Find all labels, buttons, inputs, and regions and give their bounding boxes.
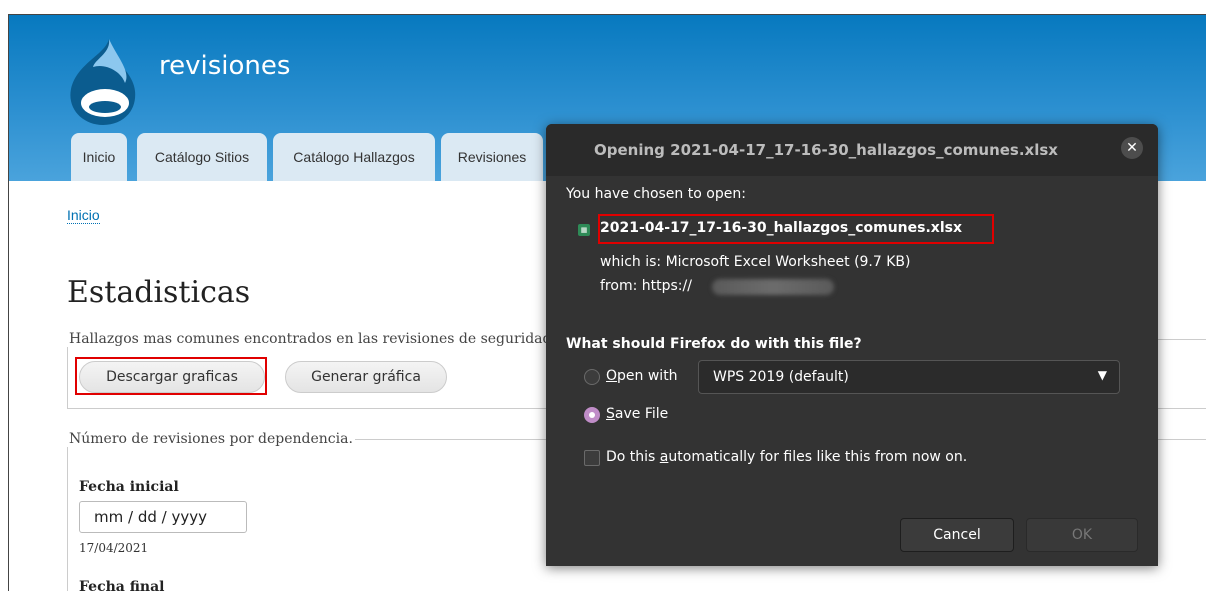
save-file-text: ave File: [614, 406, 669, 422]
fieldset-revisiones-legend: Número de revisiones por dependencia.: [67, 431, 355, 447]
dialog-titlebar[interactable]: Opening 2021-04-17_17-16-30_hallazgos_co…: [546, 124, 1158, 176]
auto-action-prefix: Do this: [606, 449, 660, 465]
start-date-value: 17/04/2021: [79, 541, 149, 555]
spreadsheet-icon: ▦: [578, 224, 590, 236]
dialog-title: Opening 2021-04-17_17-16-30_hallazgos_co…: [594, 141, 1058, 159]
drupal-logo-icon[interactable]: [65, 37, 139, 127]
open-with-select[interactable]: WPS 2019 (default) ▼: [698, 360, 1120, 394]
filename-highlight: [598, 214, 994, 244]
site-name[interactable]: revisiones: [159, 51, 290, 81]
tab-inicio[interactable]: Inicio: [71, 133, 127, 181]
close-icon[interactable]: ✕: [1121, 137, 1143, 159]
download-button-highlight: [75, 357, 267, 395]
save-file-accesskey: S: [606, 406, 615, 422]
file-source: from: https://: [600, 278, 692, 294]
generate-chart-button[interactable]: Generar gráfica: [285, 361, 447, 393]
ok-button[interactable]: OK: [1026, 518, 1138, 552]
open-with-text: pen with: [617, 368, 678, 384]
tab-catalogo-hallazgos[interactable]: Catálogo Hallazgos: [273, 133, 435, 181]
auto-action-text: utomatically for files like this from no…: [668, 449, 968, 465]
start-date-input[interactable]: mm / dd / yyyy: [79, 501, 247, 533]
open-with-accesskey: O: [606, 368, 618, 384]
start-date-label: Fecha inicial: [79, 479, 179, 495]
download-dialog: Opening 2021-04-17_17-16-30_hallazgos_co…: [546, 124, 1158, 566]
page-title: Estadisticas: [67, 275, 251, 310]
file-type: which is: Microsoft Excel Worksheet (9.7…: [600, 254, 911, 270]
blurred-url: [712, 279, 834, 295]
save-file-label[interactable]: Save File: [606, 406, 668, 422]
end-date-label: Fecha final: [79, 579, 165, 591]
open-with-radio[interactable]: [584, 369, 600, 385]
fieldset-hallazgos-legend: Hallazgos mas comunes encontrados en las…: [67, 331, 558, 347]
breadcrumb-inicio[interactable]: Inicio: [67, 207, 100, 224]
auto-action-label[interactable]: Do this automatically for files like thi…: [606, 449, 967, 465]
auto-action-checkbox[interactable]: [584, 450, 600, 466]
save-file-radio[interactable]: [584, 407, 600, 423]
open-with-label[interactable]: Open with: [606, 368, 678, 384]
intro-text: You have chosen to open:: [566, 186, 746, 202]
chevron-down-icon: ▼: [1097, 368, 1107, 382]
tab-revisiones[interactable]: Revisiones: [441, 133, 543, 181]
cancel-button[interactable]: Cancel: [900, 518, 1014, 552]
open-with-app: WPS 2019 (default): [713, 369, 849, 385]
tab-catalogo-sitios[interactable]: Catálogo Sitios: [137, 133, 267, 181]
question-text: What should Firefox do with this file?: [566, 336, 862, 352]
